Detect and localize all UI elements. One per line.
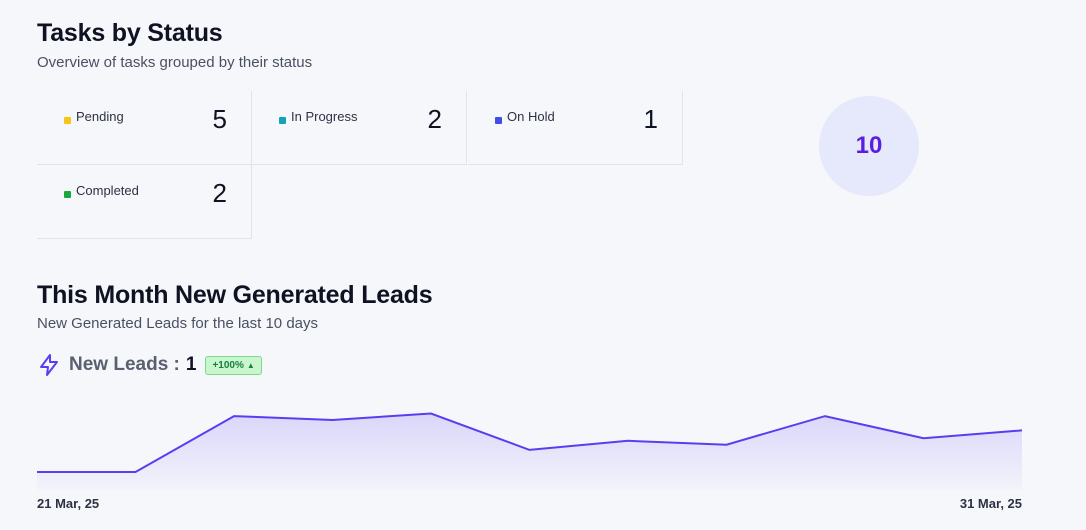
status-grid: Pending 5 In Progress 2 On Hold 1 Comple… xyxy=(37,91,683,240)
status-card-on-hold[interactable]: On Hold 1 xyxy=(468,91,683,165)
status-dot-icon xyxy=(495,117,502,124)
status-count: 2 xyxy=(212,178,227,208)
growth-badge: +100% ▲ xyxy=(205,355,262,375)
lightning-bolt-icon xyxy=(40,354,58,376)
status-dot-icon xyxy=(64,191,71,198)
x-tick-label-end: 31 Mar, 25 xyxy=(959,496,1022,511)
status-label: Pending xyxy=(76,109,124,124)
status-count: 2 xyxy=(427,104,442,134)
new-leads-value: 1 xyxy=(185,354,197,375)
status-label: In Progress xyxy=(291,109,358,124)
status-dot-icon xyxy=(279,117,286,124)
status-count: 5 xyxy=(212,104,227,134)
status-card-completed[interactable]: Completed 2 xyxy=(37,165,252,239)
status-card-in-progress[interactable]: In Progress 2 xyxy=(252,91,467,165)
leads-title: This Month New Generated Leads xyxy=(37,281,433,309)
growth-badge-text: +100% xyxy=(212,359,244,371)
new-leads-summary: New Leads : 1 +100% ▲ xyxy=(37,352,262,378)
total-tasks-circle: 10 xyxy=(819,96,919,196)
leads-subtitle: New Generated Leads for the last 10 days xyxy=(37,315,319,332)
status-dot-icon xyxy=(64,117,71,124)
tasks-by-status-subtitle: Overview of tasks grouped by their statu… xyxy=(37,54,313,71)
status-label: On Hold xyxy=(507,109,555,124)
caret-up-icon: ▲ xyxy=(246,360,255,370)
new-leads-label: New Leads : xyxy=(69,354,180,375)
status-count: 1 xyxy=(643,104,658,134)
leads-area-chart xyxy=(37,412,1022,490)
leads-area-fill xyxy=(37,413,1022,490)
status-card-pending[interactable]: Pending 5 xyxy=(37,91,252,165)
tasks-by-status-title: Tasks by Status xyxy=(37,19,223,47)
x-tick-label-start: 21 Mar, 25 xyxy=(37,496,100,511)
status-label: Completed xyxy=(76,183,139,198)
